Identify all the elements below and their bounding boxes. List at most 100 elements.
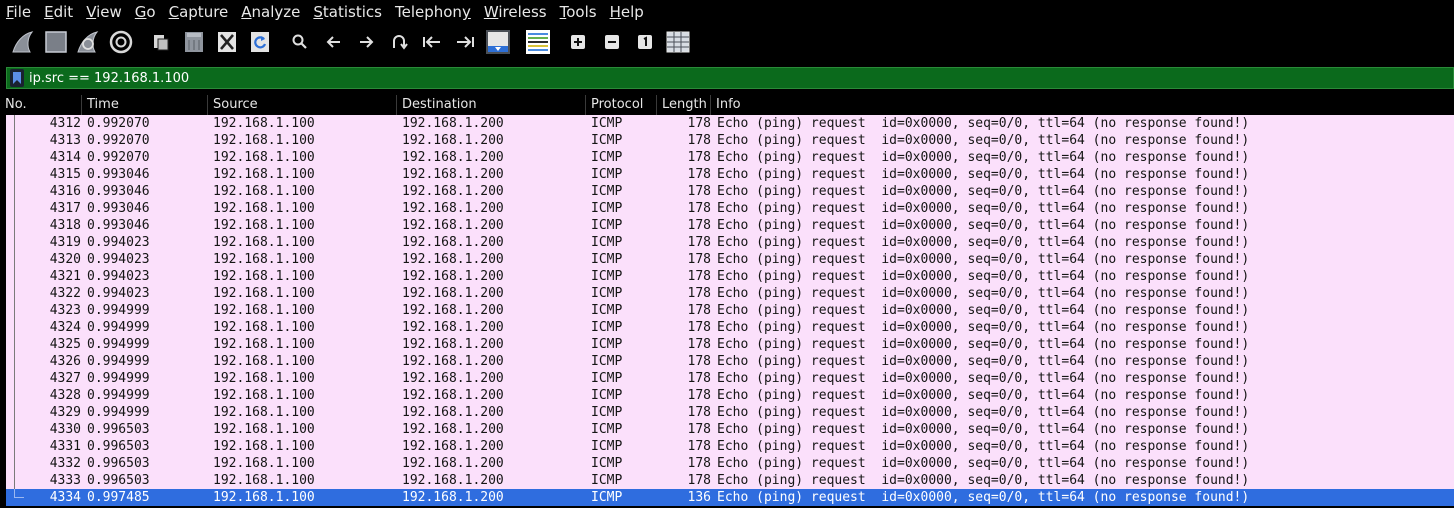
cell-source: 192.168.1.100 (213, 218, 315, 233)
cell-source: 192.168.1.100 (213, 456, 315, 471)
find-packet-icon[interactable] (286, 28, 314, 56)
cell-length: 178 (687, 167, 711, 182)
restart-capture-icon[interactable] (74, 28, 102, 56)
column-header-source[interactable]: Source (208, 95, 397, 115)
cell-time: 0.994023 (87, 252, 150, 267)
stop-capture-icon[interactable] (42, 28, 70, 56)
menu-help[interactable]: Help (604, 0, 651, 24)
menu-wireless[interactable]: Wireless (478, 0, 554, 24)
menu-capture[interactable]: Capture (163, 0, 236, 24)
zoom-out-icon[interactable] (598, 28, 626, 56)
cell-destination: 192.168.1.200 (402, 116, 504, 131)
cell-source: 192.168.1.100 (213, 320, 315, 335)
menu-telephony[interactable]: Telephony (389, 0, 478, 24)
table-row[interactable]: 4321 0.994023 192.168.1.100 192.168.1.200 IC… (0, 268, 1454, 285)
cell-length: 178 (687, 150, 711, 165)
related-packet-line (14, 285, 15, 302)
cell-length: 178 (687, 303, 711, 318)
cell-destination: 192.168.1.200 (402, 150, 504, 165)
zoom-in-icon[interactable] (564, 28, 592, 56)
save-file-icon[interactable] (180, 28, 208, 56)
cell-source: 192.168.1.100 (213, 116, 315, 131)
cell-info: Echo (ping) request id=0x0000, seq=0/0, … (717, 303, 1250, 318)
cell-no: 4331 (49, 439, 81, 454)
menu-view[interactable]: View (80, 0, 129, 24)
cell-no: 4324 (49, 320, 81, 335)
resize-columns-icon[interactable] (664, 28, 692, 56)
table-row[interactable]: 4316 0.993046 192.168.1.100 192.168.1.200 IC… (0, 183, 1454, 200)
column-header-protocol[interactable]: Protocol (586, 95, 657, 115)
column-header-time[interactable]: Time (82, 95, 208, 115)
table-row[interactable]: 4330 0.996503 192.168.1.100 192.168.1.200 IC… (0, 421, 1454, 438)
row-gutter (0, 285, 6, 302)
cell-protocol: ICMP (591, 473, 623, 488)
menu-analyze[interactable]: Analyze (235, 0, 307, 24)
packet-list[interactable]: 4312 0.992070 192.168.1.100 192.168.1.200 IC… (0, 115, 1454, 508)
menu-go[interactable]: Go (129, 0, 163, 24)
cell-time: 0.993046 (87, 201, 150, 216)
cell-protocol: ICMP (591, 269, 623, 284)
cell-no: 4326 (49, 354, 81, 369)
table-row[interactable]: 4317 0.993046 192.168.1.100 192.168.1.200 IC… (0, 200, 1454, 217)
table-row[interactable]: 4313 0.992070 192.168.1.100 192.168.1.200 IC… (0, 132, 1454, 149)
table-row[interactable]: 4319 0.994023 192.168.1.100 192.168.1.200 IC… (0, 234, 1454, 251)
main-toolbar (0, 25, 1454, 61)
cell-info: Echo (ping) request id=0x0000, seq=0/0, … (717, 286, 1250, 301)
table-row[interactable]: 4332 0.996503 192.168.1.100 192.168.1.200 IC… (0, 455, 1454, 472)
normal-size-icon[interactable] (631, 28, 659, 56)
table-row[interactable]: 4326 0.994999 192.168.1.100 192.168.1.200 IC… (0, 353, 1454, 370)
close-file-icon[interactable] (213, 28, 241, 56)
display-filter-input[interactable] (29, 70, 1429, 86)
table-row[interactable]: 4320 0.994023 192.168.1.100 192.168.1.200 IC… (0, 251, 1454, 268)
table-row[interactable]: 4329 0.994999 192.168.1.100 192.168.1.200 IC… (0, 404, 1454, 421)
reload-file-icon[interactable] (246, 28, 274, 56)
table-row-selected[interactable]: 4334 0.997485 192.168.1.100 192.168.1.200 IC… (0, 489, 1454, 506)
cell-destination: 192.168.1.200 (402, 405, 504, 420)
table-row[interactable]: 4323 0.994999 192.168.1.100 192.168.1.200 IC… (0, 302, 1454, 319)
filter-bookmark-icon[interactable] (10, 69, 24, 87)
related-packet-end (14, 497, 24, 498)
column-header-no[interactable]: No. (0, 95, 82, 115)
table-row[interactable]: 4328 0.994999 192.168.1.100 192.168.1.200 IC… (0, 387, 1454, 404)
cell-destination: 192.168.1.200 (402, 456, 504, 471)
cell-protocol: ICMP (591, 133, 623, 148)
table-row[interactable]: 4322 0.994023 192.168.1.100 192.168.1.200 IC… (0, 285, 1454, 302)
table-row[interactable]: 4314 0.992070 192.168.1.100 192.168.1.200 IC… (0, 149, 1454, 166)
cell-time: 0.994999 (87, 320, 150, 335)
column-header-info[interactable]: Info (711, 95, 1454, 115)
column-header-destination[interactable]: Destination (397, 95, 586, 115)
menu-statistics[interactable]: Statistics (307, 0, 389, 24)
related-packet-line (14, 132, 15, 149)
table-row[interactable]: 4333 0.996503 192.168.1.100 192.168.1.200 IC… (0, 472, 1454, 489)
table-row[interactable]: 4327 0.994999 192.168.1.100 192.168.1.200 IC… (0, 370, 1454, 387)
menu-file[interactable]: File (0, 0, 38, 24)
display-filter-bar (6, 67, 1454, 89)
start-capture-icon[interactable] (9, 28, 37, 56)
open-file-icon[interactable] (147, 28, 175, 56)
go-back-icon[interactable] (320, 28, 348, 56)
go-forward-icon[interactable] (352, 28, 380, 56)
table-row[interactable]: 4312 0.992070 192.168.1.100 192.168.1.200 IC… (0, 115, 1454, 132)
cell-source: 192.168.1.100 (213, 337, 315, 352)
cell-length: 136 (687, 490, 711, 505)
cell-source: 192.168.1.100 (213, 439, 315, 454)
related-packet-line (14, 387, 15, 404)
related-packet-line (14, 421, 15, 438)
menu-tools[interactable]: Tools (554, 0, 604, 24)
go-to-packet-icon[interactable] (385, 28, 413, 56)
table-row[interactable]: 4325 0.994999 192.168.1.100 192.168.1.200 IC… (0, 336, 1454, 353)
menu-edit[interactable]: Edit (38, 0, 80, 24)
previous-packet-icon[interactable] (418, 28, 446, 56)
capture-options-icon[interactable] (107, 28, 135, 56)
next-packet-icon[interactable] (451, 28, 479, 56)
table-row[interactable]: 4331 0.996503 192.168.1.100 192.168.1.200 IC… (0, 438, 1454, 455)
cell-destination: 192.168.1.200 (402, 269, 504, 284)
cell-no: 4315 (49, 167, 81, 182)
table-row[interactable]: 4324 0.994999 192.168.1.100 192.168.1.200 IC… (0, 319, 1454, 336)
table-row[interactable]: 4315 0.993046 192.168.1.100 192.168.1.200 IC… (0, 166, 1454, 183)
column-header-length[interactable]: Length (657, 95, 711, 115)
cell-length: 178 (687, 354, 711, 369)
table-row[interactable]: 4318 0.993046 192.168.1.100 192.168.1.200 IC… (0, 217, 1454, 234)
auto-scroll-icon[interactable] (484, 28, 512, 56)
colorize-icon[interactable] (524, 28, 552, 56)
